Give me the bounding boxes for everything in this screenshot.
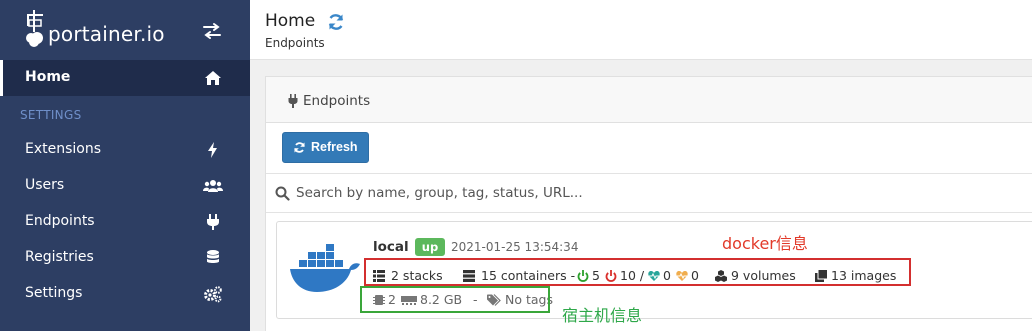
status-badge: up <box>415 238 445 256</box>
search-bar <box>266 173 1032 213</box>
endpoint-name[interactable]: local <box>373 239 409 255</box>
sidebar-item-users[interactable]: Users <box>0 168 250 204</box>
users-icon <box>203 180 223 192</box>
sidebar-item-registries[interactable]: Registries <box>0 240 250 276</box>
breadcrumb[interactable]: Endpoints <box>265 36 325 50</box>
page-header: Home Endpoints <box>250 0 1032 60</box>
swap-icon[interactable] <box>202 22 222 40</box>
panel-title: Endpoints <box>303 93 371 109</box>
brand-name: portainer.io <box>48 22 165 46</box>
host-info-annotation: 宿主机信息 <box>562 306 643 325</box>
sidebar-item-label: Home <box>25 69 71 85</box>
cogs-icon <box>204 286 222 303</box>
portainer-logo[interactable]: portainer.io <box>24 8 174 50</box>
host-info-highlight <box>360 286 550 313</box>
plug-icon <box>207 214 219 230</box>
database-icon <box>207 250 219 263</box>
sidebar-item-label: Extensions <box>25 141 102 157</box>
docker-info-highlight <box>364 258 911 286</box>
sidebar-header: portainer.io <box>0 0 250 60</box>
sidebar-item-extensions[interactable]: Extensions <box>0 132 250 168</box>
portainer-crane-icon <box>26 10 43 47</box>
sidebar-item-label: Settings <box>25 285 83 301</box>
docker-info-annotation: docker信息 <box>722 234 808 253</box>
refresh-icon <box>294 142 305 153</box>
panel-header: Endpoints <box>266 77 1032 123</box>
search-icon <box>275 186 290 201</box>
sidebar-item-home[interactable]: Home <box>0 60 250 96</box>
sidebar-section-settings: SETTINGS <box>20 108 82 122</box>
sidebar-item-endpoints[interactable]: Endpoints <box>0 204 250 240</box>
refresh-button-label: Refresh <box>311 140 358 154</box>
page-title: Home <box>265 11 316 31</box>
sidebar-item-label: Endpoints <box>25 213 95 229</box>
endpoint-timestamp: 2021-01-25 13:54:34 <box>451 240 579 254</box>
search-input[interactable] <box>296 180 996 206</box>
sidebar-item-label: Users <box>25 177 65 193</box>
refresh-button[interactable]: Refresh <box>282 132 369 163</box>
sidebar-item-label: Registries <box>25 249 94 265</box>
bolt-icon <box>208 142 217 158</box>
refresh-icon[interactable] <box>326 12 346 32</box>
home-icon <box>205 71 221 85</box>
plug-icon <box>288 94 298 108</box>
docker-logo-icon <box>290 244 360 292</box>
sidebar: portainer.io Home SETTINGS Extensions Us… <box>0 0 250 331</box>
sidebar-item-settings[interactable]: Settings <box>0 276 250 312</box>
